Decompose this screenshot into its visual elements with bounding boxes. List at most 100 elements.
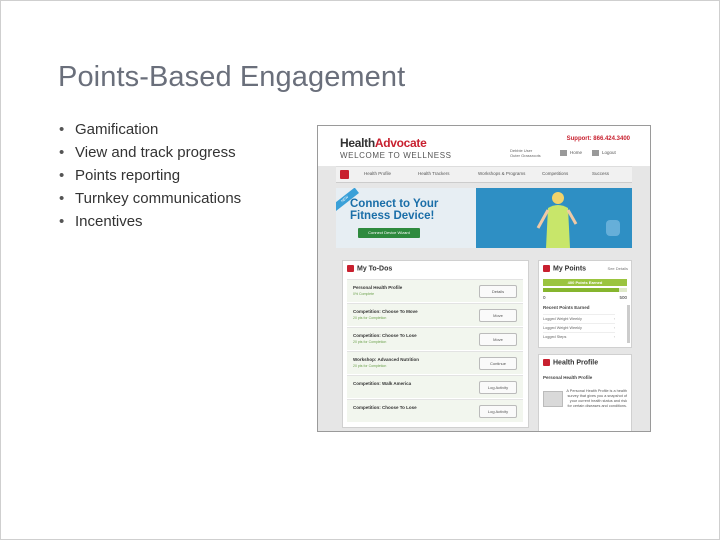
points-icon xyxy=(543,265,550,272)
chevron-right-icon: › xyxy=(613,326,615,330)
nav-competitions[interactable]: Competitions xyxy=(542,171,568,176)
slide: Points-Based Engagement • Gamification • V… xyxy=(0,0,720,540)
profile-description: A Personal Health Profile is a health su… xyxy=(566,389,627,408)
logo-advocate-text: Advocate xyxy=(374,136,427,150)
points-progress-fill xyxy=(543,288,619,292)
todo-row: Competition: Walk America Log Activity xyxy=(347,375,523,398)
logout-icon xyxy=(592,150,599,156)
bullet-icon: • xyxy=(59,213,65,230)
todo-row: Competition: Choose To Lose 20 pts for C… xyxy=(347,327,523,350)
bullet-text: Gamification xyxy=(75,121,159,138)
fitness-device-icon xyxy=(606,220,620,236)
user-welcome: Debbie User Outer Grassroots xyxy=(510,148,541,158)
todo-row: Personal Health Profile 0% Complete Deta… xyxy=(347,279,523,302)
bullet-list: • Gamification • View and track progress •… xyxy=(57,118,241,233)
logout-link[interactable]: Logout xyxy=(592,150,616,156)
chevron-right-icon: › xyxy=(613,335,615,339)
logo-health-text: Health xyxy=(340,136,375,150)
todo-title: Workshop: Advanced Nutrition xyxy=(353,357,420,362)
nav-health-profile[interactable]: Health Profile xyxy=(364,171,391,176)
todo-action-button[interactable]: Move xyxy=(479,333,517,346)
todo-sub: 20 pts for Completion xyxy=(353,316,387,320)
points-min: 0 xyxy=(543,295,546,300)
todo-title: Competition: Choose To Move xyxy=(353,309,418,314)
profile-icon xyxy=(543,359,550,366)
health-advocate-logo[interactable]: HealthAdvocate xyxy=(340,136,427,150)
home-label: Home xyxy=(570,150,583,156)
recent-points-item[interactable]: Logged Weight Weekly › xyxy=(543,323,615,330)
todo-action-button[interactable]: Details xyxy=(479,285,517,298)
points-earned-badge: 400 Points Earned xyxy=(543,279,627,286)
recent-points-label: Logged Weight Weekly xyxy=(543,317,582,321)
nav-workshops[interactable]: Workshops & Programs xyxy=(478,171,525,176)
nav-health-trackers[interactable]: Health Trackers xyxy=(418,171,450,176)
todo-action-button[interactable]: Log Activity xyxy=(479,381,517,394)
app-screenshot: HealthAdvocate WELCOME TO WELLNESS Suppo… xyxy=(317,125,651,432)
banner-title-line: Connect to Your xyxy=(350,198,439,210)
bullet-item: • Incentives xyxy=(57,210,241,233)
chevron-right-icon: › xyxy=(613,317,615,321)
support-phone: Support: 866.424.3400 xyxy=(566,136,630,142)
see-details-link[interactable]: See Details xyxy=(608,266,628,271)
todos-panel: My To-Dos Personal Health Profile 0% Com… xyxy=(342,260,529,428)
points-heading-text: My Points xyxy=(553,265,587,273)
todo-row: Workshop: Advanced Nutrition 20 pts for … xyxy=(347,351,523,374)
connect-device-button[interactable]: Connect Device Wizard xyxy=(358,228,420,238)
todos-heading: My To-Dos xyxy=(347,265,392,272)
bullet-text: Points reporting xyxy=(75,167,181,184)
todos-icon xyxy=(347,265,354,272)
bullet-text: View and track progress xyxy=(75,144,236,161)
todo-row: Competition: Choose To Lose Log Activity xyxy=(347,399,523,422)
bullet-item: • Points reporting xyxy=(57,164,241,187)
todo-sub: 20 pts for Completion xyxy=(353,340,387,344)
profile-heading: Health Profile xyxy=(543,359,598,366)
bullet-icon: • xyxy=(59,167,65,184)
logo-tagline: WELCOME TO WELLNESS xyxy=(340,151,452,160)
bullet-icon: • xyxy=(59,121,65,138)
bullet-item: • Gamification xyxy=(57,118,241,141)
todo-title: Competition: Walk America xyxy=(353,381,412,386)
todo-row: Competition: Choose To Move 20 pts for C… xyxy=(347,303,523,326)
points-max: 500 xyxy=(619,295,627,300)
site-header: HealthAdvocate WELCOME TO WELLNESS Suppo… xyxy=(318,126,650,166)
points-scrollbar[interactable] xyxy=(627,305,630,343)
profile-subheading[interactable]: Personal Health Profile xyxy=(543,375,592,380)
banner-title: Connect to Your Fitness Device! xyxy=(350,198,438,222)
recent-points-item[interactable]: Logged Weight Weekly › xyxy=(543,314,615,321)
points-progress-track xyxy=(543,288,627,292)
recent-points-label: Logged Weight Weekly xyxy=(543,326,582,330)
todo-title: Personal Health Profile xyxy=(353,285,403,290)
home-link[interactable]: Home xyxy=(560,150,582,156)
bullet-text: Turnkey communications xyxy=(75,190,242,207)
todo-sub: 0% Complete xyxy=(353,292,375,296)
slide-title: Points-Based Engagement xyxy=(58,61,406,93)
bullet-icon: • xyxy=(59,190,65,207)
bullet-icon: • xyxy=(59,144,65,161)
points-heading: My Points xyxy=(543,265,586,272)
todo-action-button[interactable]: Continue xyxy=(479,357,517,370)
profile-panel: Health Profile Personal Health Profile A… xyxy=(538,354,632,431)
points-panel: My Points See Details 400 Points Earned … xyxy=(538,260,632,348)
main-nav: Health Profile Health Trackers Workshops… xyxy=(336,166,632,183)
bullet-item: • Turnkey communications xyxy=(57,187,241,210)
nav-home-icon[interactable] xyxy=(340,170,349,179)
nav-success[interactable]: Success xyxy=(592,171,609,176)
laptop-icon xyxy=(543,391,563,407)
todos-heading-text: My To-Dos xyxy=(357,265,393,273)
todo-action-button[interactable]: Log Activity xyxy=(479,405,517,418)
recent-points-heading: Recent Points Earned xyxy=(543,305,590,310)
home-icon xyxy=(560,150,567,156)
user-org: Outer Grassroots xyxy=(510,153,541,158)
todo-sub: 20 pts for Completion xyxy=(353,364,387,368)
recent-points-label: Logged Steps xyxy=(543,335,567,339)
promo-banner[interactable]: NEW Connect to Your Fitness Device! Conn… xyxy=(336,188,632,248)
profile-heading-text: Health Profile xyxy=(553,359,599,367)
runner-image xyxy=(536,192,578,248)
todo-title: Competition: Choose To Lose xyxy=(353,405,417,410)
todo-title: Competition: Choose To Lose xyxy=(353,333,417,338)
bullet-item: • View and track progress xyxy=(57,141,241,164)
logout-label: Logout xyxy=(602,150,616,156)
recent-points-item[interactable]: Logged Steps › xyxy=(543,332,615,339)
banner-title-line: Fitness Device! xyxy=(350,210,435,222)
todo-action-button[interactable]: Move xyxy=(479,309,517,322)
